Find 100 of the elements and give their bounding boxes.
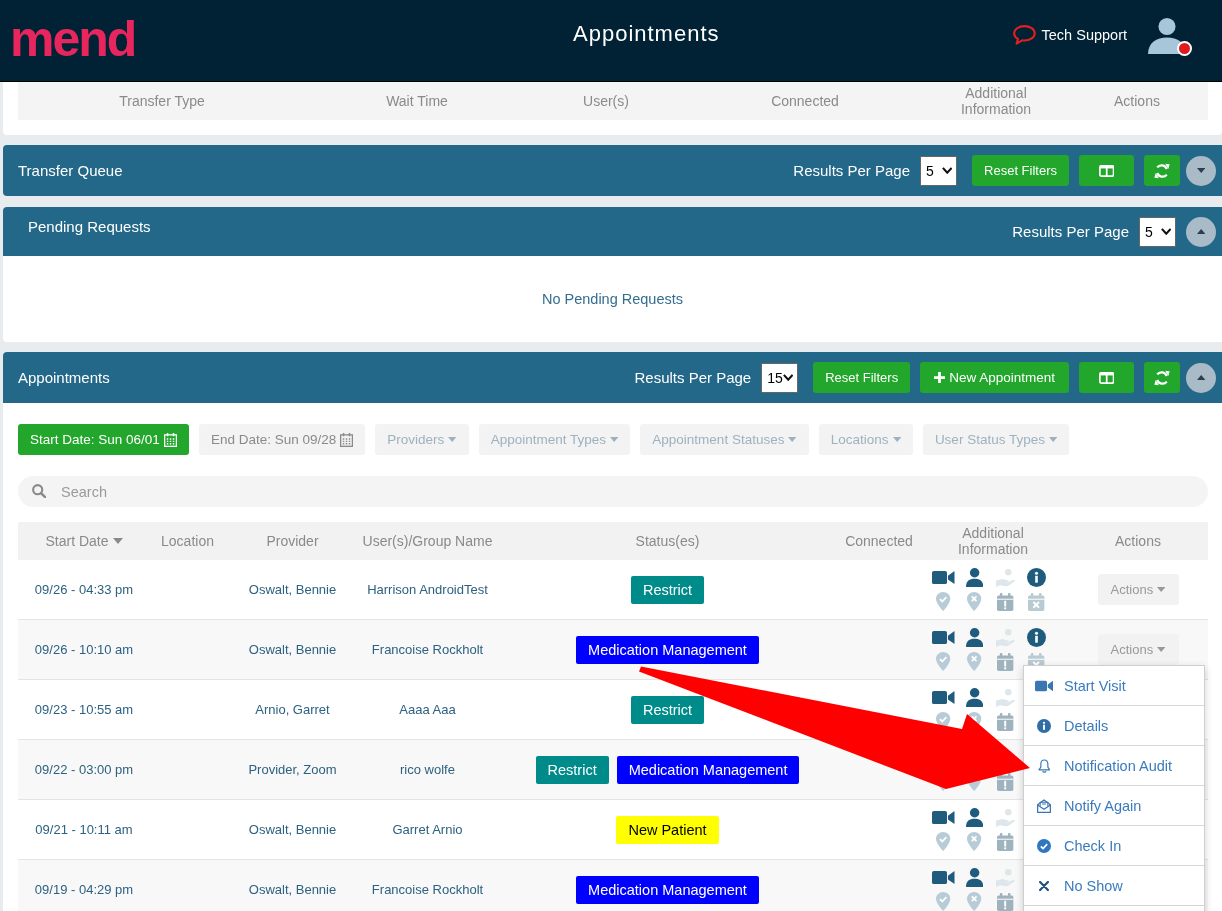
info-icon <box>1037 718 1051 733</box>
video-camera-icon <box>1035 679 1053 692</box>
tech-support-link[interactable]: Tech Support <box>1012 25 1127 45</box>
search-field[interactable]: Search <box>18 476 1208 507</box>
user-name: Garret Arnio <box>392 822 463 837</box>
collapse-button[interactable] <box>1186 216 1216 247</box>
menu-item[interactable]: Check In <box>1024 826 1204 866</box>
status-tag: Medication Management <box>576 635 759 664</box>
column-header: Connected <box>771 93 839 109</box>
results-per-page-label: Results Per Page <box>1012 223 1129 240</box>
x-mark-icon <box>1039 880 1049 891</box>
search-icon <box>32 484 46 498</box>
refresh-button[interactable] <box>1144 362 1180 393</box>
filter-dropdown-button[interactable]: User Status Types <box>922 424 1070 455</box>
filter-dropdown-button[interactable]: Locations <box>818 424 913 455</box>
caret-down-icon <box>1157 587 1166 592</box>
menu-item[interactable]: Start Visit <box>1024 666 1204 706</box>
panel-title: Transfer Queue <box>18 161 123 180</box>
actions-dropdown-button[interactable]: Actions <box>1097 574 1179 605</box>
refresh-icon <box>1154 162 1170 179</box>
page-title: Appointments <box>573 21 720 47</box>
speech-bubble-icon <box>1012 25 1036 45</box>
caret-down-icon <box>892 437 901 442</box>
column-header[interactable]: Start Date <box>45 533 123 549</box>
provider-name: Oswalt, Bennie <box>248 822 337 837</box>
column-header: Transfer Type <box>119 93 205 109</box>
columns-icon <box>1098 164 1115 177</box>
column-header: Actions <box>1114 93 1160 109</box>
reset-filters-button[interactable]: Reset Filters <box>972 155 1069 186</box>
chevron-down-icon <box>941 167 953 174</box>
filter-dropdown-button[interactable]: Providers <box>375 424 469 455</box>
menu-item[interactable]: Notify Again <box>1024 786 1204 826</box>
caret-down-icon <box>1196 168 1206 173</box>
column-header: Connected <box>845 533 913 549</box>
provider-name: Arnio, Garret <box>255 702 330 717</box>
column-header: Additional Information <box>956 525 1029 557</box>
provider-name: Oswalt, Bennie <box>248 642 337 657</box>
column-header: Status(es) <box>635 533 700 549</box>
status-tag: Restrict <box>630 575 705 604</box>
reset-filters-button[interactable]: Reset Filters <box>813 362 911 393</box>
status-tag: Restrict <box>535 755 609 784</box>
date-filter-button[interactable]: Start Date: Sun 06/01 <box>18 424 189 455</box>
column-header: Provider <box>266 533 319 549</box>
provider-name: Oswalt, Bennie <box>248 882 337 897</box>
user-name: Harrison AndroidTest <box>367 582 488 597</box>
start-date: 09/26 - 04:33 pm <box>34 582 134 597</box>
bell-icon <box>1037 758 1051 773</box>
caret-down-icon <box>1157 647 1166 652</box>
chevron-down-icon <box>782 374 794 381</box>
start-date: 09/21 - 10:11 am <box>35 822 133 837</box>
collapse-button[interactable] <box>1186 155 1216 186</box>
provider-name: Provider, Zoom <box>248 762 337 777</box>
start-date: 09/19 - 04:29 pm <box>34 882 134 897</box>
menu-item[interactable]: Details <box>1024 706 1204 746</box>
provider-name: Oswalt, Bennie <box>248 582 337 597</box>
user-name: rico wolfe <box>400 762 455 777</box>
refresh-icon <box>1154 369 1170 386</box>
per-page-select[interactable]: 5 <box>1139 216 1176 247</box>
logo: mend <box>10 14 136 64</box>
status-tag: Medication Management <box>616 755 800 784</box>
panel-title: Pending Requests <box>28 218 151 236</box>
menu-item[interactable]: No Show <box>1024 866 1204 906</box>
panel-title: Appointments <box>18 368 110 387</box>
results-per-page-label: Results Per Page <box>634 369 752 386</box>
status-tag: Restrict <box>630 695 705 724</box>
check-circle-icon <box>1037 838 1051 853</box>
filter-dropdown-button[interactable]: Appointment Statuses <box>640 424 809 455</box>
menu-item[interactable]: Notification Audit <box>1024 746 1204 786</box>
column-header: Location <box>161 533 214 549</box>
columns-button[interactable] <box>1079 362 1134 393</box>
date-filter-button[interactable]: End Date: Sun 09/28 <box>198 424 366 455</box>
per-page-select[interactable]: 15 <box>761 362 799 393</box>
caret-down-icon <box>788 437 797 442</box>
status-tag: Medication Management <box>576 875 759 904</box>
user-name: Francoise Rockholt <box>371 642 484 657</box>
refresh-button[interactable] <box>1144 155 1180 186</box>
caret-down-icon <box>610 437 619 442</box>
actions-dropdown-button[interactable]: Actions <box>1097 634 1179 665</box>
columns-icon <box>1098 371 1115 384</box>
caret-down-icon <box>1048 437 1058 442</box>
caret-up-icon <box>1196 229 1206 234</box>
plus-icon <box>934 372 946 383</box>
columns-button[interactable] <box>1079 155 1134 186</box>
column-header: Additional Information <box>959 85 1032 117</box>
column-header: User(s) <box>583 93 629 109</box>
start-date: 09/26 - 10:10 am <box>34 642 134 657</box>
calendar-icon <box>340 432 354 447</box>
start-date: 09/22 - 03:00 pm <box>34 762 134 777</box>
column-header: User(s)/Group Name <box>362 533 493 549</box>
collapse-button[interactable] <box>1186 362 1216 393</box>
results-per-page-label: Results Per Page <box>793 162 911 179</box>
caret-up-icon <box>1196 375 1206 380</box>
column-header: Actions <box>1115 533 1161 549</box>
filter-dropdown-button[interactable]: Appointment Types <box>478 424 631 455</box>
start-date: 09/23 - 10:55 am <box>34 702 134 717</box>
caret-down-icon <box>448 437 457 442</box>
new-appointment-button[interactable]: New Appointment <box>920 362 1069 393</box>
user-name: Aaaa Aaa <box>399 702 456 717</box>
per-page-select[interactable]: 5 <box>920 155 958 186</box>
status-tag: New Patient <box>616 815 719 844</box>
